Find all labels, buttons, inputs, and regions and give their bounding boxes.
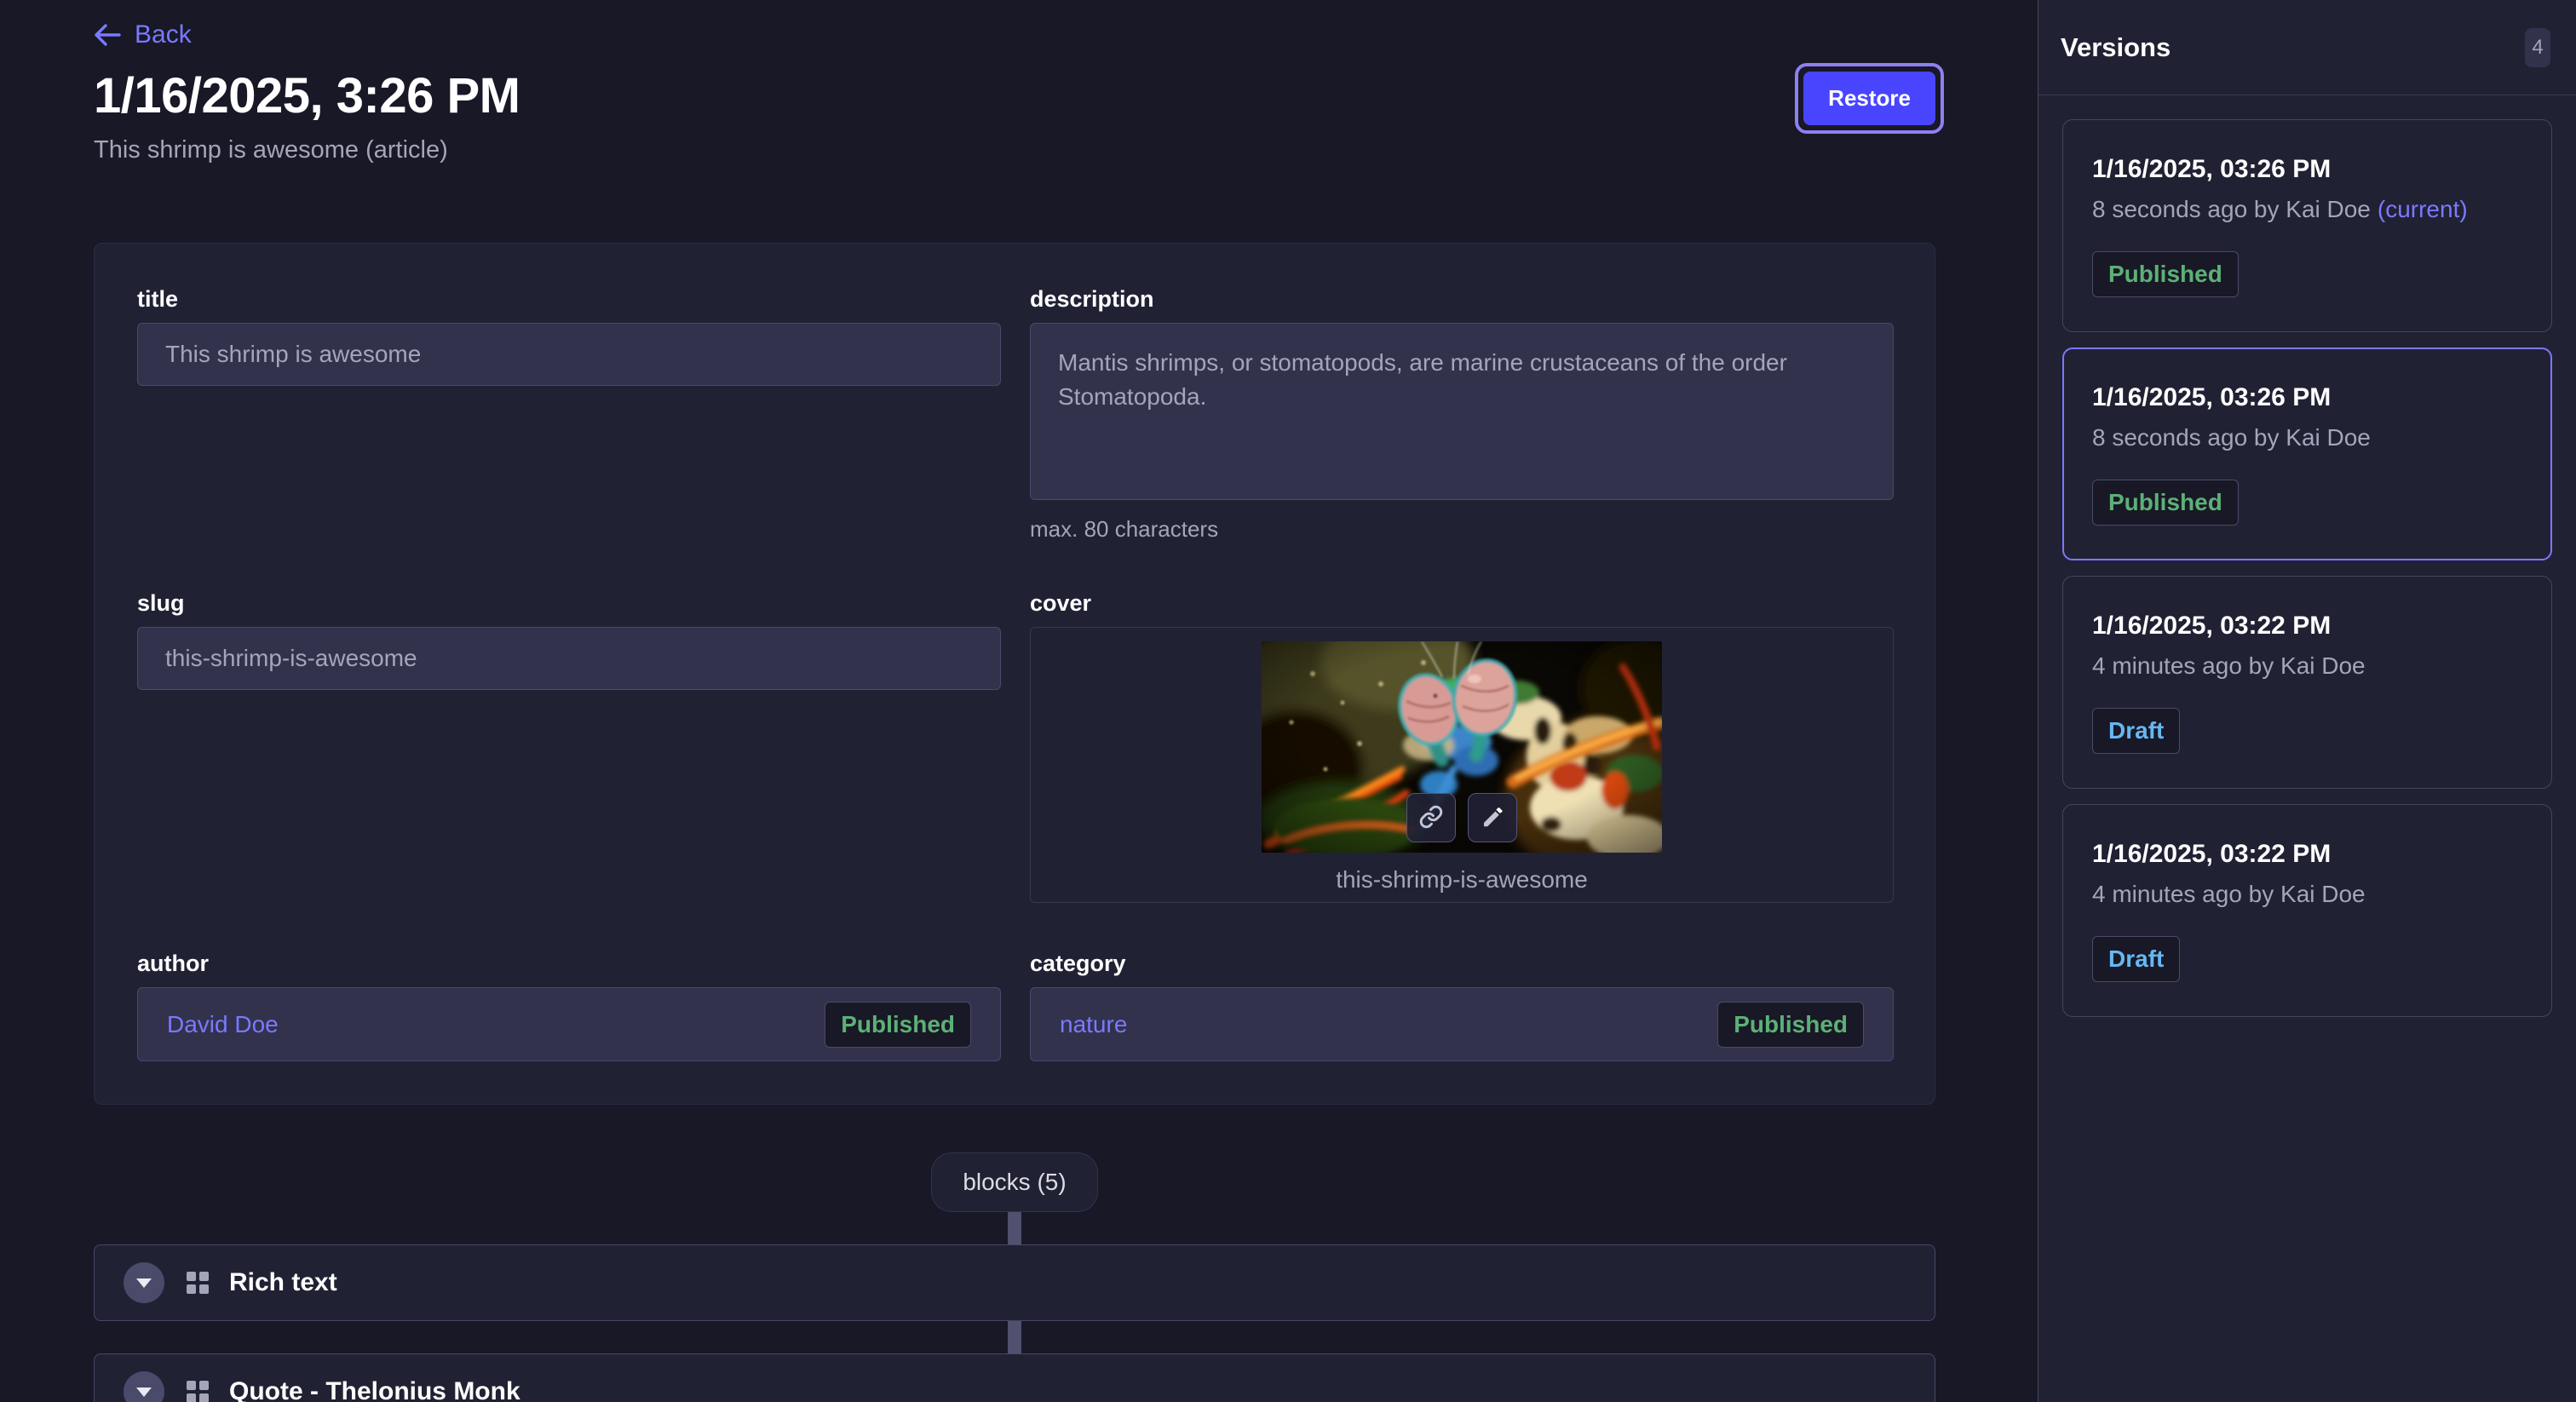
page-subtitle: This shrimp is awesome (article) (94, 135, 1935, 165)
block-item-label: Rich text (229, 1268, 337, 1297)
field-title: title (137, 286, 1001, 543)
edit-media-button[interactable] (1468, 793, 1517, 842)
expand-toggle-button[interactable] (124, 1262, 164, 1303)
category-label: category (1030, 951, 1894, 977)
version-date: 1/16/2025, 03:26 PM (2092, 154, 2522, 185)
slug-label: slug (137, 590, 1001, 617)
title-label: title (137, 286, 1001, 313)
version-status-badge: Draft (2092, 708, 2180, 754)
chevron-down-icon (136, 1388, 152, 1397)
block-item-quote[interactable]: Quote - Thelonius Monk (94, 1353, 1935, 1402)
category-status-badge: Published (1717, 1002, 1864, 1048)
app-root: Back 1/16/2025, 3:26 PM This shrimp is a… (0, 0, 2576, 1402)
field-author: author David Doe Published (137, 951, 1001, 1061)
field-slug: slug (137, 590, 1001, 903)
version-status-badge: Published (2092, 251, 2239, 297)
drag-handle-icon[interactable] (187, 1272, 209, 1294)
version-date: 1/16/2025, 03:22 PM (2092, 611, 2522, 641)
version-card[interactable]: 1/16/2025, 03:26 PM 8 seconds ago by Kai… (2062, 119, 2552, 332)
page-title: 1/16/2025, 3:26 PM (94, 70, 1935, 123)
version-date: 1/16/2025, 03:22 PM (2092, 839, 2522, 870)
version-meta: 8 seconds ago by Kai Doe(current) (2092, 195, 2522, 224)
arrow-left-icon (94, 24, 121, 46)
chevron-down-icon (136, 1278, 152, 1288)
cover-actions (1406, 793, 1517, 842)
block-item-rich-text[interactable]: Rich text (94, 1244, 1935, 1321)
cover-media-box: this-shrimp-is-awesome (1030, 627, 1894, 903)
restore-button-focus-ring: Restore (1795, 63, 1944, 134)
cover-caption: this-shrimp-is-awesome (1031, 866, 1893, 893)
version-meta: 4 minutes ago by Kai Doe (2092, 880, 2522, 909)
main-content: Back 1/16/2025, 3:26 PM This shrimp is a… (0, 0, 2038, 1402)
version-fields-card: title description max. 80 characters slu… (94, 243, 1935, 1105)
blocks-zone: blocks (5) Rich text Quote - Thelonius M… (94, 1105, 1935, 1402)
description-textarea[interactable] (1030, 323, 1894, 500)
description-label: description (1030, 286, 1894, 313)
copy-link-button[interactable] (1406, 793, 1456, 842)
version-status-badge: Published (2092, 480, 2239, 526)
author-status-badge: Published (825, 1002, 971, 1048)
version-date: 1/16/2025, 03:26 PM (2092, 382, 2522, 413)
field-cover: cover (1030, 590, 1894, 903)
block-item-label: Quote - Thelonius Monk (229, 1377, 520, 1402)
restore-button[interactable]: Restore (1803, 72, 1935, 125)
expand-toggle-button[interactable] (124, 1371, 164, 1402)
back-link[interactable]: Back (94, 20, 192, 49)
author-relation-link[interactable]: David Doe (167, 1011, 279, 1038)
pencil-icon (1480, 804, 1505, 832)
cover-figure (1262, 641, 1662, 853)
back-label: Back (135, 20, 192, 49)
versions-sidebar: Versions 4 1/16/2025, 03:26 PM 8 seconds… (2038, 0, 2576, 1402)
versions-count-badge: 4 (2525, 28, 2550, 67)
blocks-zone-pill: blocks (5) (931, 1152, 1097, 1212)
author-relation-box: David Doe Published (137, 987, 1001, 1061)
connector-line (1008, 1212, 1021, 1244)
title-input[interactable] (137, 323, 1001, 386)
versions-header: Versions 4 (2038, 0, 2576, 95)
field-description: description max. 80 characters (1030, 286, 1894, 543)
field-category: category nature Published (1030, 951, 1894, 1061)
link-icon (1418, 804, 1444, 832)
version-card[interactable]: 1/16/2025, 03:26 PM 8 seconds ago by Kai… (2062, 348, 2552, 560)
drag-handle-icon[interactable] (187, 1381, 209, 1402)
version-card[interactable]: 1/16/2025, 03:22 PM 4 minutes ago by Kai… (2062, 804, 2552, 1017)
current-tag: (current) (2378, 196, 2468, 222)
version-list: 1/16/2025, 03:26 PM 8 seconds ago by Kai… (2038, 95, 2576, 1041)
cover-label: cover (1030, 590, 1894, 617)
version-status-badge: Draft (2092, 936, 2180, 982)
version-meta: 4 minutes ago by Kai Doe (2092, 652, 2522, 681)
version-card[interactable]: 1/16/2025, 03:22 PM 4 minutes ago by Kai… (2062, 576, 2552, 789)
version-meta: 8 seconds ago by Kai Doe (2092, 423, 2522, 452)
author-label: author (137, 951, 1001, 977)
connector-line (1008, 1321, 1021, 1353)
description-hint: max. 80 characters (1030, 516, 1894, 543)
versions-title: Versions (2061, 32, 2171, 63)
slug-input[interactable] (137, 627, 1001, 690)
category-relation-box: nature Published (1030, 987, 1894, 1061)
category-relation-link[interactable]: nature (1060, 1011, 1127, 1038)
